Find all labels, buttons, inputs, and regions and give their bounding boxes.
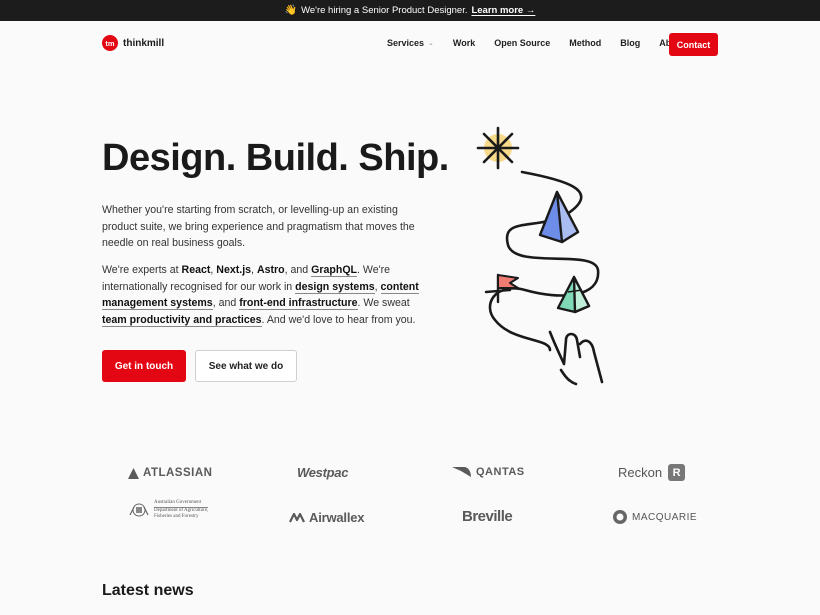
reckon-logo: Reckon R <box>618 464 686 481</box>
westpac-logo: Westpac <box>297 465 349 480</box>
get-in-touch-button[interactable]: Get in touch <box>102 350 186 382</box>
hero-title: Design. Build. Ship. <box>102 137 449 179</box>
hero-intro: Whether you're starting from scratch, or… <box>102 204 415 249</box>
sparkle-icon <box>476 126 520 170</box>
hero-expertise: We're experts at React, Next.js, Astro, … <box>102 264 419 327</box>
breville-logo: Breville <box>462 508 513 525</box>
contact-button[interactable]: Contact <box>669 33 718 56</box>
airwallex-icon <box>289 512 305 522</box>
nav-item-open-source[interactable]: Open Source <box>494 38 550 48</box>
macquarie-icon <box>613 510 627 524</box>
learn-more-link[interactable]: Learn more → <box>471 5 535 16</box>
graphql-link[interactable]: GraphQL <box>311 264 358 277</box>
nav-item-work[interactable]: Work <box>453 38 475 48</box>
airwallex-logo: Airwallex <box>289 510 364 525</box>
wave-emoji: 👋 <box>284 5 298 16</box>
reckon-mark: R <box>668 464 686 481</box>
flag-icon <box>484 273 519 304</box>
logo-text: thinkmill <box>123 37 165 49</box>
winding-path <box>488 170 600 352</box>
nav-item-method[interactable]: Method <box>569 38 601 48</box>
australian-government-logo: Australian Government Department of Agri… <box>128 500 209 520</box>
announcement-text: We're hiring a Senior Product Designer. <box>301 5 468 16</box>
chevron-down-icon: ⌄ <box>428 40 434 47</box>
announcement-bar: 👋 We're hiring a Senior Product Designer… <box>0 0 820 21</box>
see-what-we-do-button[interactable]: See what we do <box>195 350 297 382</box>
kangaroo-icon <box>452 467 471 477</box>
design-systems-link[interactable]: design systems <box>295 280 375 294</box>
astro-text: Astro <box>256 264 285 276</box>
macquarie-logo: MACQUARIE <box>612 509 697 525</box>
site-header: tm thinkmill Services ⌄ Work Open Source… <box>0 21 820 67</box>
nextjs-text: Next.js <box>216 264 252 276</box>
latest-news-heading: Latest news <box>102 582 194 599</box>
nav-item-label: Services <box>387 38 425 48</box>
team-productivity-link[interactable]: team productivity and practices <box>102 313 262 327</box>
nav-item-blog[interactable]: Blog <box>620 38 640 48</box>
client-logos: ATLASSIAN Westpac QANTAS Reckon R Austra… <box>0 455 820 535</box>
front-end-infrastructure-link[interactable]: front-end infrastructure <box>239 297 358 310</box>
coat-of-arms-icon <box>129 503 149 517</box>
react-text: React <box>181 264 211 276</box>
logo-mark: tm <box>102 35 118 51</box>
nav-item-services[interactable]: Services ⌄ <box>387 38 434 48</box>
main-nav: Services ⌄ Work Open Source Method Blog … <box>387 38 685 48</box>
atlassian-logo: ATLASSIAN <box>128 467 212 479</box>
qantas-logo: QANTAS <box>452 465 525 479</box>
logo[interactable]: tm thinkmill <box>102 35 164 51</box>
blue-cone-icon <box>538 190 580 244</box>
hero-illustration <box>476 126 604 386</box>
hand-pointer-icon <box>548 330 604 386</box>
atlassian-icon <box>128 467 139 479</box>
